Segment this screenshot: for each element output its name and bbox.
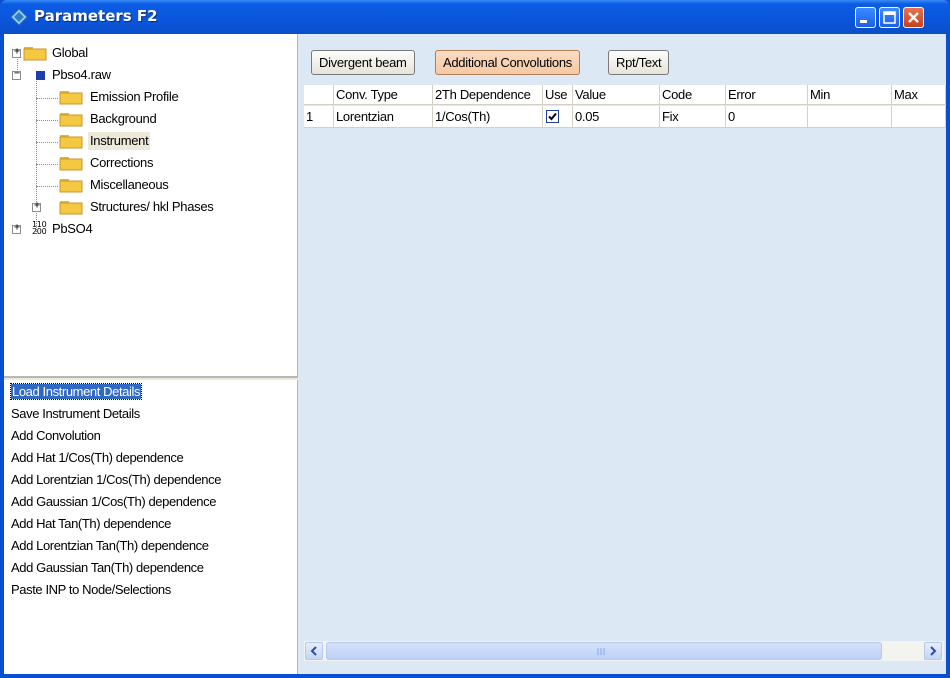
tree-item-label: Miscellaneous [90,177,169,192]
maximize-icon [883,11,896,24]
grip-icon [597,648,605,655]
column-header-value[interactable]: Value [573,85,660,105]
client-area: + Global − Pbso4.raw Emission Profile Ba… [4,34,946,674]
action-label: Load Instrument Details [9,383,143,400]
tree-item-label: Background [90,111,157,126]
folder-icon [59,201,83,215]
column-header-min[interactable]: Min [808,85,892,105]
action-load-instrument-details[interactable]: Load Instrument Details [9,381,143,403]
minimize-icon [860,20,867,23]
cell-min[interactable] [808,106,892,128]
folder-icon [59,179,83,193]
main-window: Parameters F2 + Global − Pbso4.raw Emiss… [0,0,950,678]
column-header-error[interactable]: Error [726,85,808,105]
action-paste-inp[interactable]: Paste INP to Node/Selections [11,579,171,601]
cell-error[interactable]: 0 [726,106,808,128]
tree-connector [36,186,58,187]
action-label: Add Lorentzian Tan(Th) dependence [11,538,209,553]
action-label: Add Hat Tan(Th) dependence [11,516,171,531]
action-label: Add Gaussian 1/Cos(Th) dependence [11,494,217,509]
expand-icon[interactable]: + [12,222,21,234]
cell-2th-dependence[interactable]: 1/Cos(Th) [433,106,543,128]
column-header-max[interactable]: Max [892,85,946,105]
cell-conv-type[interactable]: Lorentzian [334,106,433,128]
scroll-left-button[interactable] [305,642,323,660]
scroll-thumb[interactable] [326,642,882,660]
chevron-right-icon [930,646,937,656]
column-header-conv-type[interactable]: Conv. Type [334,85,433,105]
row-index[interactable]: 1 [304,106,334,128]
tree-item-label: Instrument [88,132,151,150]
action-add-hat-tan[interactable]: Add Hat Tan(Th) dependence [11,513,171,535]
hkl-icon-bottom: 200 [32,227,47,236]
action-add-hat-cos[interactable]: Add Hat 1/Cos(Th) dependence [11,447,184,469]
close-icon [908,12,919,23]
cell-value[interactable]: 0.05 [573,106,660,128]
tree-connector [36,164,58,165]
expand-icon[interactable]: + [12,46,21,58]
action-add-lorentzian-tan[interactable]: Add Lorentzian Tan(Th) dependence [11,535,209,557]
folder-icon [23,47,47,61]
hkl-phase-icon: 110 200 [26,221,47,236]
tree-connector [36,98,58,99]
action-add-gaussian-tan[interactable]: Add Gaussian Tan(Th) dependence [11,557,204,579]
chevron-left-icon [310,646,317,656]
tree-item-label: Global [52,45,88,60]
additional-convolutions-button[interactable]: Additional Convolutions [435,50,580,75]
title-bar[interactable]: Parameters F2 [0,0,950,34]
tree-item-label: Structures/ hkl Phases [90,199,214,214]
close-button[interactable] [903,7,924,28]
actions-list[interactable]: Load Instrument Details Save Instrument … [4,380,298,674]
minimize-button[interactable] [855,7,876,28]
tree-connector [36,120,58,121]
action-add-convolution[interactable]: Add Convolution [11,425,101,447]
action-label: Add Hat 1/Cos(Th) dependence [11,450,184,465]
parameter-grid-pane: Divergent beam Additional Convolutions R… [298,34,946,674]
folder-icon [59,113,83,127]
tree-item-label: Corrections [90,155,154,170]
tree-connector [36,142,58,143]
action-label: Add Convolution [11,428,101,443]
action-label: Paste INP to Node/Selections [11,582,171,597]
cell-code[interactable]: Fix [660,106,726,128]
folder-icon [59,157,83,171]
column-header-use[interactable]: Use [543,85,573,105]
tree-item-label: Pbso4.raw [52,67,111,82]
action-label: Save Instrument Details [11,406,140,421]
cell-max[interactable] [892,106,946,128]
rpt-text-button[interactable]: Rpt/Text [608,50,670,75]
action-add-lorentzian-cos[interactable]: Add Lorentzian 1/Cos(Th) dependence [11,469,221,491]
cell-use[interactable] [543,106,573,128]
divergent-beam-button[interactable]: Divergent beam [311,50,415,75]
column-header-2th-dependence[interactable]: 2Th Dependence [433,85,543,105]
action-add-gaussian-cos[interactable]: Add Gaussian 1/Cos(Th) dependence [11,491,216,513]
checkbox-checked-icon[interactable] [546,110,559,123]
maximize-button[interactable] [879,7,900,28]
collapse-icon[interactable]: − [12,68,21,80]
folder-icon [59,91,83,105]
row-header-corner [304,85,334,105]
data-file-icon [36,71,45,80]
horizontal-scrollbar[interactable] [304,641,944,661]
parameter-tree[interactable]: + Global − Pbso4.raw Emission Profile Ba… [4,34,298,378]
app-icon [10,8,28,26]
action-label: Add Gaussian Tan(Th) dependence [11,560,204,575]
tree-item-label: Emission Profile [90,89,179,104]
window-title: Parameters F2 [34,7,158,25]
action-label: Add Lorentzian 1/Cos(Th) dependence [11,472,222,487]
action-save-instrument-details[interactable]: Save Instrument Details [11,403,140,425]
scroll-right-button[interactable] [924,642,942,660]
folder-icon [59,135,83,149]
column-header-code[interactable]: Code [660,85,726,105]
tree-item-label: PbSO4 [52,221,93,236]
expand-icon[interactable]: + [32,200,41,212]
